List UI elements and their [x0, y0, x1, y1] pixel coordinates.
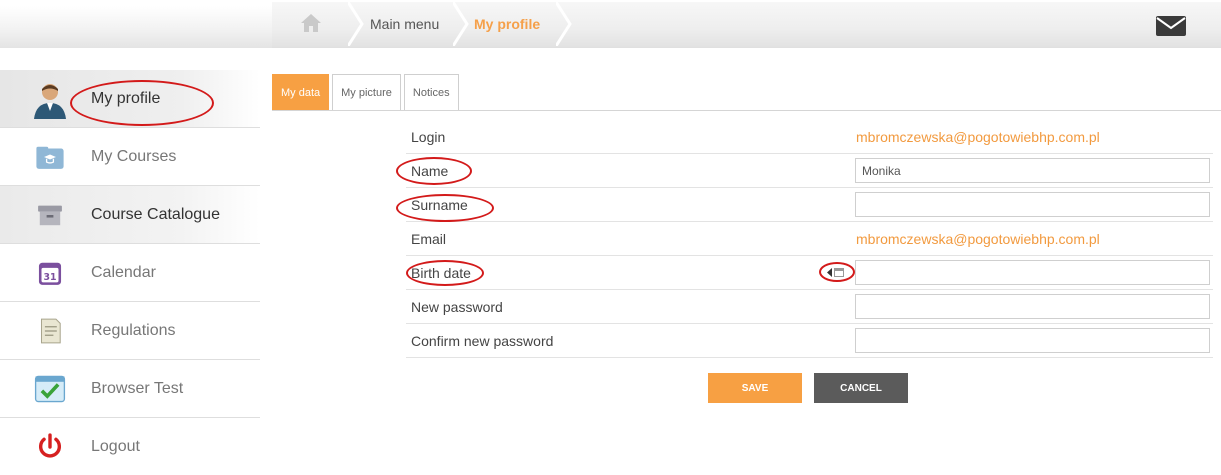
tab-my-picture[interactable]: My picture [332, 74, 401, 110]
form-row-confirm-password: Confirm new password [406, 324, 1213, 358]
sidebar-item-label: Course Catalogue [91, 205, 220, 223]
power-icon [30, 427, 70, 467]
top-bar: Main menu My profile [0, 0, 1221, 48]
confirm-password-label: Confirm new password [411, 332, 554, 349]
sidebar-item-label: Calendar [91, 263, 156, 281]
profile-tabs: My data My picture Notices [272, 74, 459, 110]
browser-check-icon [30, 369, 70, 409]
sidebar-item-logout[interactable]: Logout [0, 418, 260, 475]
folder-icon [30, 137, 70, 177]
login-value: mbromczewska@pogotowiebhp.com.pl [856, 128, 1100, 145]
new-password-label: New password [411, 298, 503, 315]
calendar-icon: 31 [30, 253, 70, 293]
breadcrumb-home[interactable] [272, 2, 350, 46]
sidebar-item-label: Regulations [91, 321, 176, 339]
form-row-surname: Surname [406, 188, 1213, 222]
svg-text:31: 31 [43, 271, 56, 282]
form-row-email: Email mbromczewska@pogotowiebhp.com.pl [406, 222, 1213, 256]
birth-date-label: Birth date [411, 264, 471, 281]
sidebar-item-regulations[interactable]: Regulations [0, 302, 260, 360]
breadcrumb-my-profile-label: My profile [474, 16, 541, 32]
document-icon [30, 311, 70, 351]
breadcrumb-main-menu[interactable]: Main menu [350, 2, 456, 46]
top-bar-left [0, 6, 272, 48]
archive-box-icon [30, 195, 70, 235]
sidebar-item-my-profile[interactable]: My profile [0, 70, 260, 128]
form-row-login: Login mbromczewska@pogotowiebhp.com.pl [406, 120, 1213, 154]
envelope-icon[interactable] [1155, 15, 1187, 37]
sidebar-item-label: Browser Test [91, 379, 184, 397]
profile-form: Login mbromczewska@pogotowiebhp.com.pl N… [406, 120, 1213, 358]
form-actions: SAVE CANCEL [708, 373, 908, 403]
birth-date-field[interactable] [855, 260, 1210, 285]
email-label: Email [411, 230, 447, 247]
tab-label: Notices [412, 86, 450, 99]
login-label: Login [411, 128, 446, 145]
name-field[interactable] [855, 158, 1210, 183]
sidebar-item-course-catalogue[interactable]: Course Catalogue [0, 186, 260, 244]
confirm-password-field[interactable] [855, 328, 1210, 353]
tab-label: My data [281, 86, 321, 99]
tab-notices[interactable]: Notices [403, 74, 459, 110]
sidebar-item-browser-test[interactable]: Browser Test [0, 360, 260, 418]
form-row-new-password: New password [406, 290, 1213, 324]
sidebar-item-my-courses[interactable]: My Courses [0, 128, 260, 186]
breadcrumb-main-menu-label: Main menu [370, 16, 440, 32]
breadcrumb-my-profile[interactable]: My profile [456, 2, 560, 46]
surname-field[interactable] [855, 192, 1210, 217]
breadcrumb-separator [556, 2, 572, 46]
tab-divider [272, 110, 1221, 111]
name-label: Name [411, 162, 449, 179]
sidebar: My profile My Courses Course Catalogue 3… [0, 70, 260, 475]
tab-my-data[interactable]: My data [272, 74, 330, 110]
tab-label: My picture [341, 86, 392, 99]
form-row-name: Name [406, 154, 1213, 188]
surname-label: Surname [411, 196, 468, 213]
save-button[interactable]: SAVE [708, 373, 802, 403]
cancel-button[interactable]: CANCEL [814, 373, 908, 403]
user-avatar-icon [30, 79, 70, 119]
home-icon [300, 13, 322, 36]
sidebar-item-label: Logout [91, 438, 140, 455]
calendar-picker-icon[interactable] [826, 266, 846, 279]
sidebar-item-label: My Courses [91, 147, 177, 165]
new-password-field[interactable] [855, 294, 1210, 319]
email-value: mbromczewska@pogotowiebhp.com.pl [856, 230, 1100, 247]
form-row-birth-date: Birth date [406, 256, 1213, 290]
sidebar-item-calendar[interactable]: 31 Calendar [0, 244, 260, 302]
sidebar-item-label: My profile [91, 89, 161, 107]
